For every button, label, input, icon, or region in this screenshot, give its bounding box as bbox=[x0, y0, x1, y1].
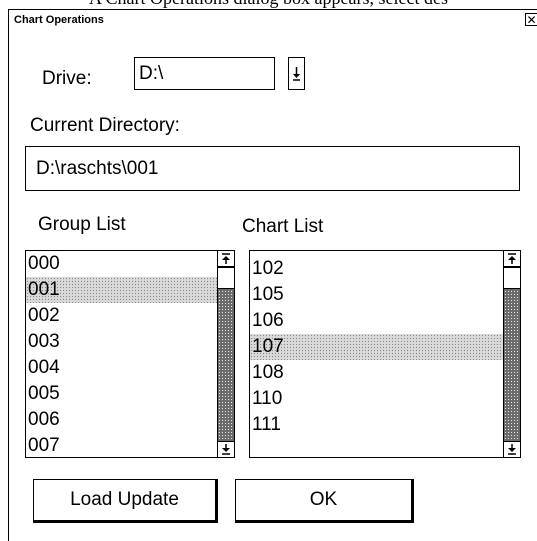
list-item[interactable]: 007 bbox=[26, 433, 218, 457]
list-item[interactable]: 005 bbox=[26, 381, 218, 407]
list-item[interactable]: 004 bbox=[26, 355, 218, 381]
dialog-title: Chart Operations bbox=[14, 14, 104, 26]
list-item[interactable]: 003 bbox=[26, 329, 218, 355]
close-icon[interactable]: ✕ bbox=[525, 13, 537, 26]
list-item[interactable]: 111 bbox=[250, 412, 504, 438]
scroll-up-icon[interactable] bbox=[218, 251, 234, 267]
drive-dropdown-button[interactable] bbox=[288, 57, 305, 90]
list-item-selected[interactable]: 001 bbox=[26, 277, 218, 303]
scroll-down-icon[interactable] bbox=[218, 441, 234, 457]
list-item-selected[interactable]: 107 bbox=[250, 334, 504, 360]
load-update-button[interactable]: Load Update bbox=[33, 479, 218, 523]
group-list-scroll-thumb[interactable] bbox=[218, 267, 234, 289]
chart-operations-dialog: Chart Operations ✕ Drive: D:\ Current Di… bbox=[8, 9, 537, 541]
drive-label: Drive: bbox=[42, 68, 92, 89]
list-item[interactable]: 105 bbox=[250, 282, 504, 308]
drive-field[interactable]: D:\ bbox=[134, 57, 275, 90]
chart-list-scrollbar[interactable] bbox=[503, 251, 520, 457]
group-list-scrollbar[interactable] bbox=[217, 251, 234, 457]
scroll-down-icon[interactable] bbox=[504, 441, 520, 457]
arrow-down-icon bbox=[293, 67, 300, 81]
ok-button[interactable]: OK bbox=[235, 479, 414, 523]
page-caption-clipped: A Chart Operations dialog box appears, s… bbox=[0, 0, 537, 8]
list-item[interactable]: 002 bbox=[26, 303, 218, 329]
current-directory-label: Current Directory: bbox=[30, 115, 180, 136]
list-item[interactable]: 108 bbox=[250, 360, 504, 386]
list-item[interactable]: 106 bbox=[250, 308, 504, 334]
current-directory-field[interactable]: D:\raschts\001 bbox=[25, 146, 520, 191]
group-list-label: Group List bbox=[38, 214, 126, 235]
list-item[interactable]: 110 bbox=[250, 386, 504, 412]
group-list[interactable]: 000 001 002 003 004 005 006 007 bbox=[25, 250, 235, 458]
chart-list-scroll-thumb[interactable] bbox=[504, 267, 520, 289]
list-item[interactable]: 006 bbox=[26, 407, 218, 433]
chart-list-label: Chart List bbox=[242, 216, 324, 237]
chart-list[interactable]: 102 105 106 107 108 110 111 bbox=[249, 250, 521, 458]
list-item[interactable]: 102 bbox=[250, 256, 504, 282]
scroll-up-icon[interactable] bbox=[504, 251, 520, 267]
list-item[interactable]: 000 bbox=[26, 251, 218, 277]
